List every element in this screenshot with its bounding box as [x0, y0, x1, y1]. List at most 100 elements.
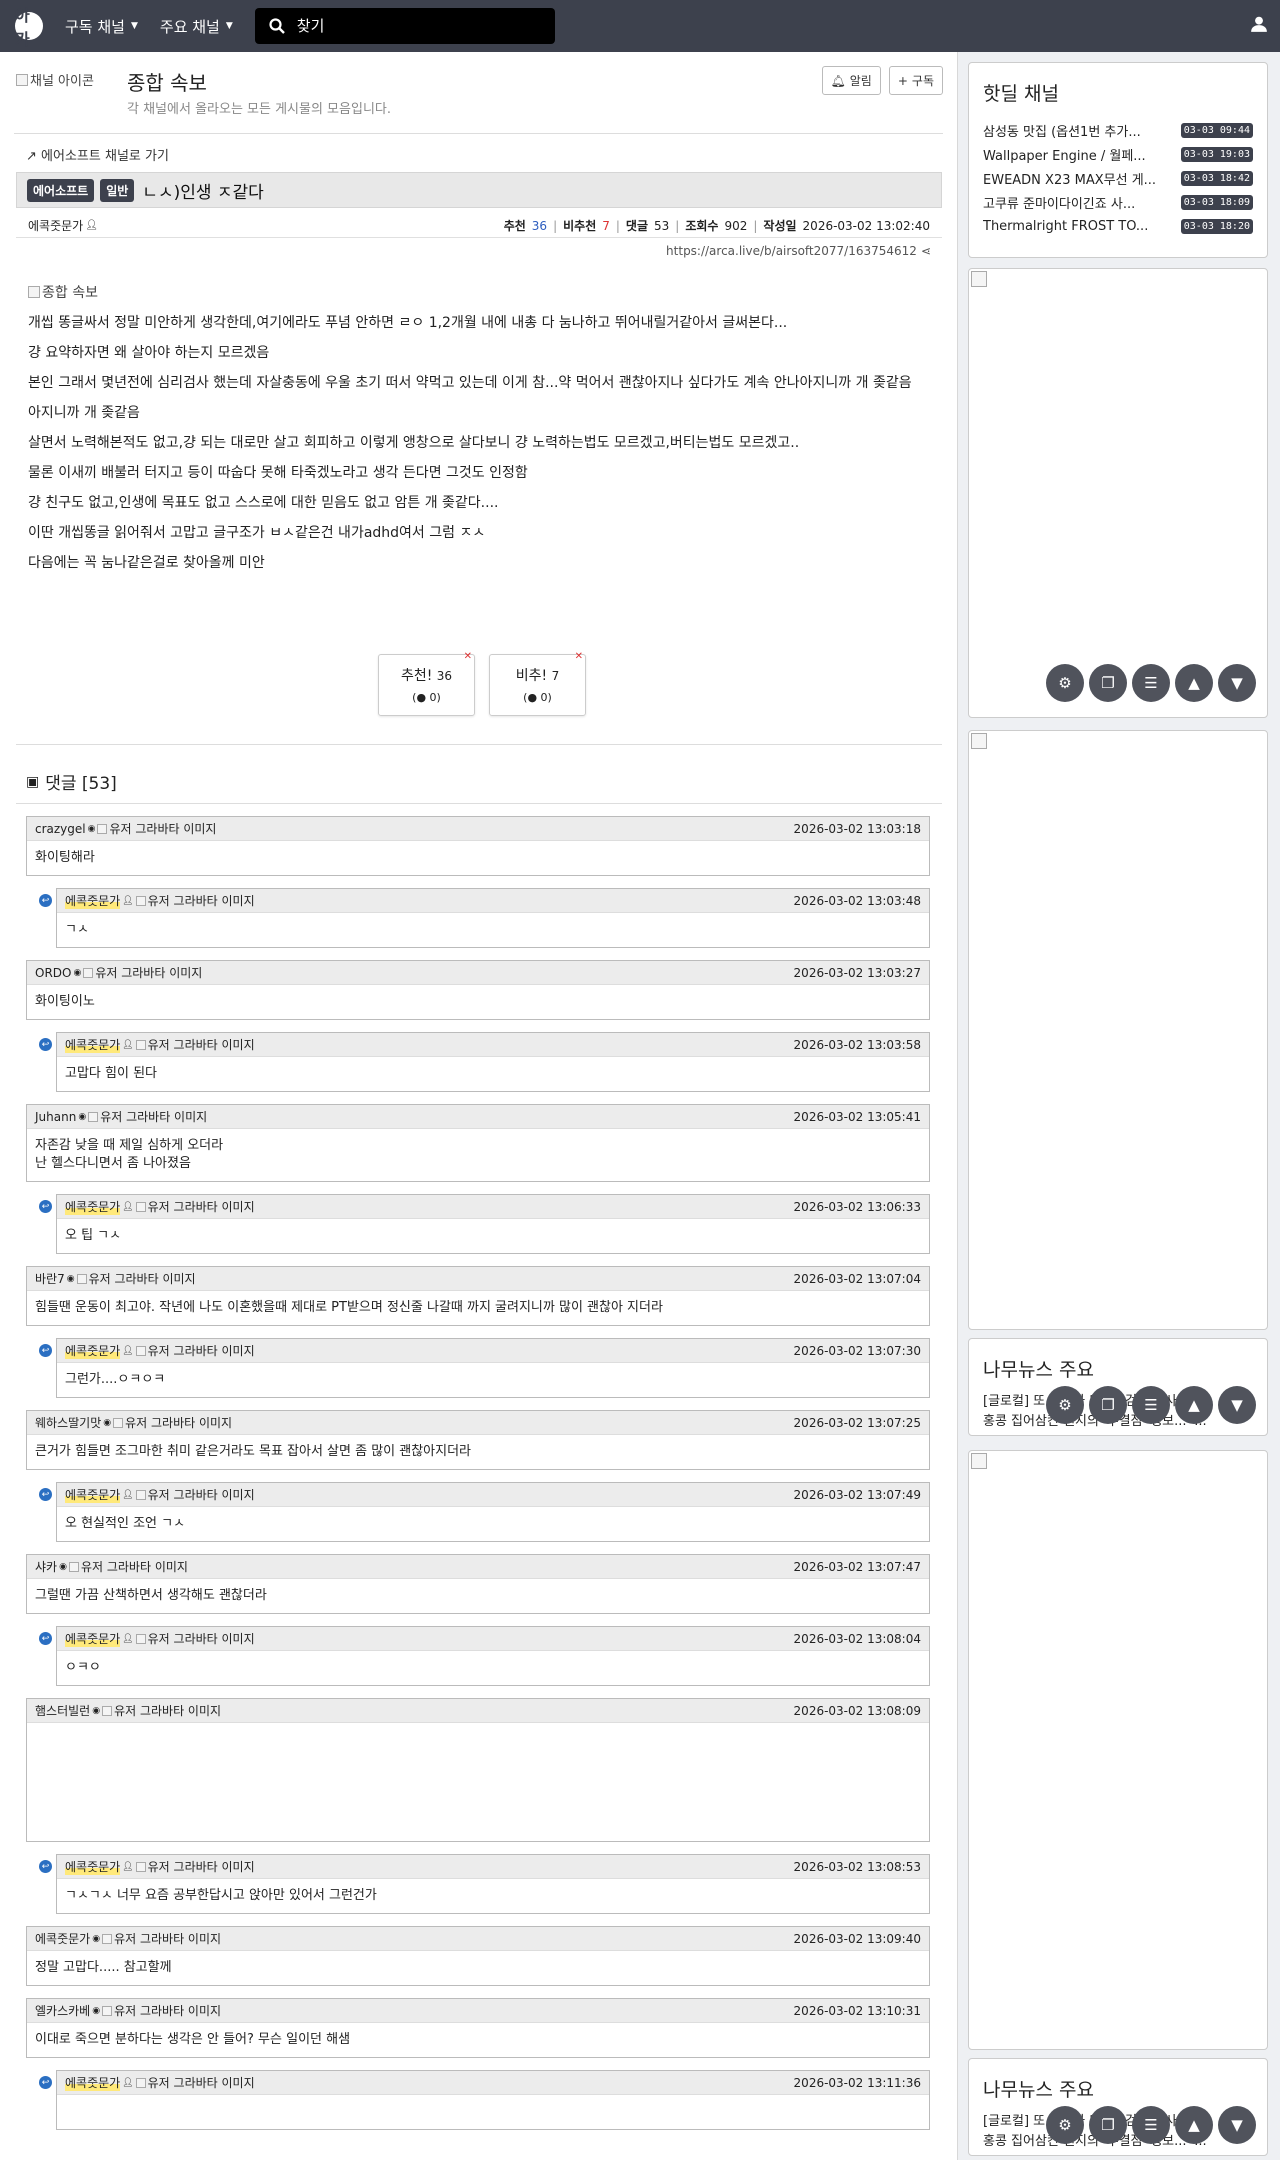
views-count: 902	[724, 218, 748, 233]
settings-icon[interactable]: ⚙	[1046, 664, 1084, 702]
upvote-button[interactable]: ✕ 추천! 36 (● 0)	[378, 651, 475, 716]
hotdeal-item-title: 삼성동 맛집 (옵션1번 추가...	[983, 124, 1141, 140]
hotdeal-item-date: 03-03 18:20	[1180, 218, 1253, 234]
comment-author[interactable]: 에콕줏문가	[65, 1486, 121, 1503]
news-title[interactable]: 나무뉴스 주요	[983, 1355, 1267, 1382]
comment: ORDO ◉ 유저 그라바타 이미지 2026-03-02 13:03:27 화이팅이…	[26, 960, 930, 1020]
broken-image-icon	[83, 967, 94, 978]
scroll-up-icon[interactable]: ▲	[1175, 2106, 1213, 2144]
comment-time: 2026-03-02 13:08:04	[793, 1631, 921, 1646]
comment-author[interactable]: 에콕줏문가	[65, 1630, 121, 1647]
news-title[interactable]: 나무뉴스 주요	[983, 2075, 1267, 2102]
subscribe-button[interactable]: + 구독	[888, 66, 943, 95]
avatar-alt: 유저 그라바타 이미지	[80, 1560, 188, 1574]
comment-reply: ↩ 에콕줏문가 👤︎ 유저 그라바타 이미지 2026-03-02 13:08:53 ㄱ…	[39, 1854, 930, 1914]
category-badge[interactable]: 일반	[100, 178, 135, 202]
comment-author[interactable]: 에콕줏문가	[65, 892, 121, 909]
comment-author[interactable]: 웨하스딸기맛	[35, 1414, 101, 1431]
list-icon[interactable]: ☰	[1132, 1386, 1170, 1424]
search-icon[interactable]	[269, 18, 285, 34]
hotdeal-title[interactable]: 핫딜 채널	[983, 79, 1267, 106]
comment: 샤카 ◉ 유저 그라바타 이미지 2026-03-02 13:07:47 그럴땐 가끔…	[26, 1554, 930, 1614]
reply-icon: ↩	[39, 1200, 52, 1213]
avatar-alt: 유저 그라바타 이미지	[147, 2076, 255, 2090]
channel-badge[interactable]: 에어소프트	[27, 178, 95, 202]
comment-header: 에콕줏문가 👤︎ 유저 그라바타 이미지 2026-03-02 13:07:30	[57, 1339, 929, 1363]
back-link-label: 에어소프트 채널로 가기	[41, 149, 169, 164]
user-icon: 👤︎	[122, 1861, 134, 1872]
comment-author[interactable]: ORDO	[35, 966, 71, 980]
close-icon: ✕	[574, 651, 583, 662]
alarm-button[interactable]: 🔔︎ 알림	[821, 66, 881, 95]
scroll-up-icon[interactable]: ▲	[1175, 664, 1213, 702]
comment-author[interactable]: 에콕줏문가	[65, 1036, 121, 1053]
share-icon[interactable]: ⋖	[921, 244, 931, 258]
comment-author[interactable]: 에콕줏문가	[35, 1930, 90, 1947]
avatar-alt: 유저 그라바타 이미지	[125, 1416, 233, 1430]
vote-area: ✕ 추천! 36 (● 0) ✕ 비추! 7 (● 0)	[378, 651, 586, 716]
comment-author[interactable]: Juhann	[35, 1110, 76, 1124]
comments-icon[interactable]: ❐	[1089, 664, 1127, 702]
search-input[interactable]	[296, 17, 517, 35]
comments-icon[interactable]: ❐	[1089, 1386, 1127, 1424]
comment-author[interactable]: crazygel	[35, 822, 86, 836]
scroll-down-icon[interactable]: ▼	[1218, 1386, 1256, 1424]
comment-header: 바란7 ◉ 유저 그라바타 이미지 2026-03-02 13:07:04	[27, 1267, 929, 1291]
comments-icon[interactable]: ❐	[1089, 2106, 1127, 2144]
broken-image-icon	[135, 1489, 146, 1500]
comment-author[interactable]: 에콕줏문가	[65, 1198, 121, 1215]
comment-author[interactable]: 에콕줏문가	[65, 1858, 121, 1875]
comment-author[interactable]: 샤카	[35, 1558, 57, 1575]
comment-reply: ↩ 에콕줏문가 👤︎ 유저 그라바타 이미지 2026-03-02 13:03:48 ㄱ…	[39, 888, 930, 948]
hotdeal-item[interactable]: Wallpaper Engine / 월페... 03-03 19:03	[983, 142, 1253, 166]
back-to-channel-link[interactable]: ↗ 에어소프트 채널로 가기	[26, 145, 169, 164]
comment-author[interactable]: 엘카스카베	[35, 2002, 90, 2019]
comment-author[interactable]: 바란7	[35, 1270, 65, 1287]
settings-icon[interactable]: ⚙	[1046, 1386, 1084, 1424]
comment: 바란7 ◉ 유저 그라바타 이미지 2026-03-02 13:07:04 힘들땐 운…	[26, 1266, 930, 1326]
list-icon[interactable]: ☰	[1132, 2106, 1170, 2144]
downvote-button[interactable]: ✕ 비추! 7 (● 0)	[489, 651, 586, 716]
post-author[interactable]: 에콕줏문가 👤︎	[28, 217, 98, 234]
hotdeal-item[interactable]: Thermalright FROST TO... 03-03 18:20	[983, 214, 1253, 238]
scroll-down-icon[interactable]: ▼	[1218, 2106, 1256, 2144]
major-channels-dropdown[interactable]: 주요 채널 ▼	[160, 16, 233, 37]
avatar-alt: 유저 그라바타 이미지	[147, 1488, 255, 1502]
settings-icon[interactable]: ⚙	[1046, 2106, 1084, 2144]
scroll-down-icon[interactable]: ▼	[1218, 664, 1256, 702]
comment-time: 2026-03-02 13:08:09	[793, 1703, 921, 1718]
list-icon[interactable]: ☰	[1132, 664, 1170, 702]
hotdeal-item-title: Thermalright FROST TO...	[983, 218, 1149, 234]
hotdeal-item[interactable]: 고쿠류 준마이다이긴죠 사... 03-03 18:09	[983, 190, 1253, 214]
comment-author[interactable]: 에콕줏문가	[65, 1342, 121, 1359]
top-navbar: 아카 구독 채널 ▼ 주요 채널 ▼	[0, 0, 1280, 52]
post-image-alt: 종합 속보	[42, 285, 98, 301]
channel-icon-alt: 채널 아이콘	[30, 74, 94, 89]
post-url[interactable]: https://arca.live/b/airsoft2077/16375461…	[666, 244, 931, 258]
comment-text: 오 현실적인 조언 ㄱㅅ	[65, 1516, 186, 1531]
avatar-alt: 유저 그라바타 이미지	[147, 1200, 255, 1214]
verified-icon: ◉	[87, 823, 96, 834]
comment-header: 샤카 ◉ 유저 그라바타 이미지 2026-03-02 13:07:47	[27, 1555, 929, 1579]
user-icon[interactable]	[1250, 15, 1268, 33]
comment-text: 오 팁 ㄱㅅ	[65, 1228, 122, 1243]
hotdeal-item[interactable]: EWEADN X23 MAX무선 게... 03-03 18:42	[983, 166, 1253, 190]
major-label: 주요 채널	[159, 17, 220, 36]
comment-text: ㅇㅋㅇ	[65, 1660, 101, 1675]
post-url-text: https://arca.live/b/airsoft2077/16375461…	[666, 244, 917, 258]
scroll-up-icon[interactable]: ▲	[1175, 1386, 1213, 1424]
comment-text: 화이팅해라	[35, 850, 95, 865]
subscribed-channels-dropdown[interactable]: 구독 채널 ▼	[65, 16, 138, 37]
hotdeal-item[interactable]: 삼성동 맛집 (옵션1번 추가... 03-03 09:44	[983, 118, 1253, 142]
comment-author[interactable]: 햄스터빌런	[35, 1702, 90, 1719]
post-line: 살면서 노력해본적도 없고,걍 되는 대로만 살고 회피하고 이렇게 앵창으로 …	[28, 435, 800, 451]
channel-icon: 채널 아이콘	[16, 70, 94, 89]
site-logo[interactable]: 아카	[15, 6, 43, 49]
comment-text: 고맙다 힘이 된다	[65, 1066, 157, 1081]
comment-author[interactable]: 에콕줏문가	[65, 2074, 121, 2091]
comment-time: 2026-03-02 13:07:25	[793, 1415, 921, 1430]
channel-title[interactable]: 종합 속보	[127, 67, 207, 96]
broken-image-icon	[135, 1861, 146, 1872]
broken-image-icon	[88, 1111, 99, 1122]
broken-image-icon	[16, 73, 28, 86]
